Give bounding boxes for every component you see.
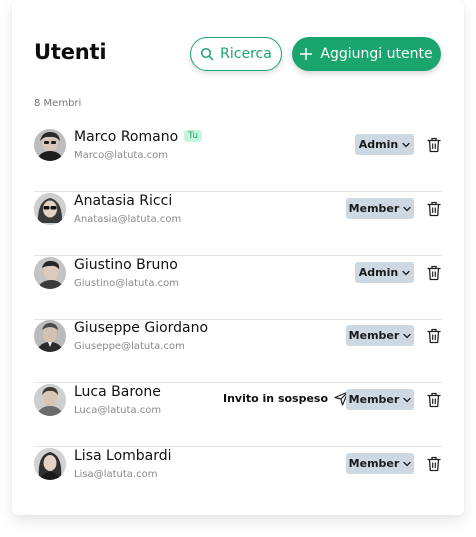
chevron-down-icon	[403, 397, 411, 402]
pending-invite-label: Invito in sospeso	[223, 392, 329, 405]
chevron-down-icon	[403, 461, 411, 466]
trash-icon[interactable]	[427, 456, 441, 472]
search-button[interactable]: Ricerca	[190, 37, 282, 71]
role-select[interactable]: Member	[346, 198, 414, 219]
row-divider	[34, 446, 442, 447]
user-row: Giuseppe Giordano Giuseppe@latuta.com Me…	[34, 320, 442, 383]
chevron-down-icon	[402, 142, 410, 147]
user-name: Luca Barone	[74, 384, 161, 400]
row-divider	[34, 191, 442, 192]
user-row: Giustino Bruno Giustino@latuta.com Admin	[34, 257, 442, 320]
user-name: Giuseppe Giordano	[74, 320, 209, 336]
user-name: Anatasia Ricci	[74, 193, 173, 209]
role-label: Admin	[358, 138, 399, 151]
user-email: Lisa@latuta.com	[74, 469, 158, 480]
role-select[interactable]: Member	[346, 389, 414, 410]
user-row: Marco Romano Tu Marco@latuta.com Admin	[34, 129, 442, 192]
role-select[interactable]: Admin	[355, 134, 414, 155]
chevron-down-icon	[402, 270, 410, 275]
avatar	[34, 129, 66, 161]
role-label: Admin	[358, 266, 399, 279]
add-user-button[interactable]: Aggiungi utente	[292, 37, 441, 71]
chevron-down-icon	[403, 333, 411, 338]
trash-icon[interactable]	[427, 137, 441, 153]
user-email: Anatasia@latuta.com	[74, 214, 182, 225]
trash-icon[interactable]	[427, 265, 441, 281]
role-select[interactable]: Member	[346, 325, 414, 346]
row-divider	[34, 382, 442, 383]
user-row: Luca Barone Luca@latuta.com Invito in so…	[34, 384, 442, 447]
user-name: Lisa Lombardi	[74, 448, 172, 464]
avatar	[34, 320, 66, 352]
avatar	[34, 448, 66, 480]
page-title: Utenti	[34, 40, 107, 64]
user-email: Marco@latuta.com	[74, 150, 169, 161]
pending-invite[interactable]: Invito in sospeso	[223, 391, 349, 406]
members-count: 8 Membri	[34, 98, 82, 109]
user-email: Giustino@latuta.com	[74, 278, 179, 289]
add-user-button-label: Aggiungi utente	[320, 46, 433, 62]
trash-icon[interactable]	[427, 201, 441, 217]
role-label: Member	[348, 202, 400, 215]
chevron-down-icon	[403, 206, 411, 211]
user-email: Luca@latuta.com	[74, 405, 162, 416]
role-select[interactable]: Member	[346, 453, 414, 474]
role-label: Member	[348, 329, 400, 342]
avatar	[34, 257, 66, 289]
user-email: Giuseppe@latuta.com	[74, 341, 185, 352]
user-row: Lisa Lombardi Lisa@latuta.com Member	[34, 448, 442, 511]
search-button-label: Ricerca	[220, 46, 272, 62]
trash-icon[interactable]	[427, 392, 441, 408]
role-label: Member	[348, 393, 400, 406]
avatar	[34, 384, 66, 416]
user-name: Marco Romano Tu	[74, 129, 202, 145]
you-badge: Tu	[184, 130, 202, 142]
role-label: Member	[348, 457, 400, 470]
trash-icon[interactable]	[427, 328, 441, 344]
role-select[interactable]: Admin	[355, 262, 414, 283]
row-divider	[34, 255, 442, 256]
search-icon	[201, 47, 214, 61]
user-row: Anatasia Ricci Anatasia@latuta.com Membe…	[34, 193, 442, 256]
avatar	[34, 193, 66, 225]
plus-icon	[300, 48, 313, 60]
user-name: Giustino Bruno	[74, 257, 178, 273]
